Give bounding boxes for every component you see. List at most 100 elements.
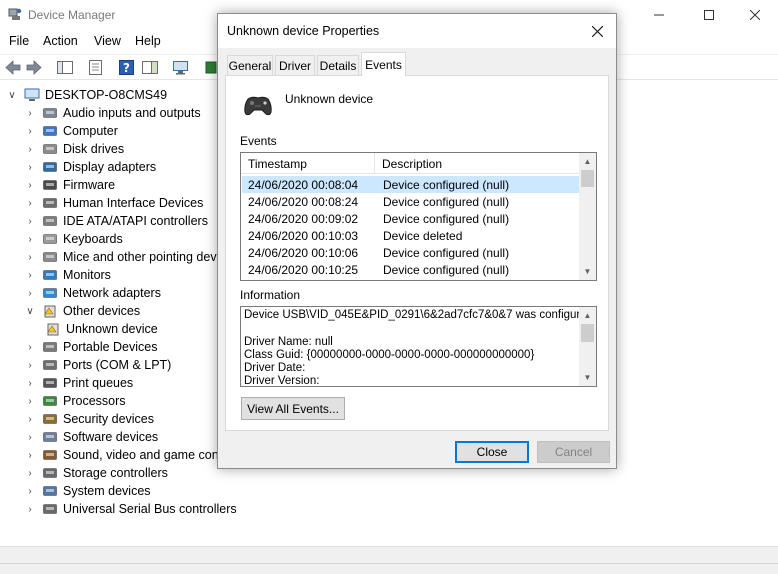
tab-details[interactable]: Details bbox=[317, 55, 359, 75]
events-list[interactable]: Timestamp Description 24/06/2020 00:08:0… bbox=[240, 152, 597, 281]
scroll-thumb[interactable] bbox=[581, 170, 594, 187]
information-textbox[interactable]: Device USB\VID_045E&PID_0291\6&2ad7cfc7&… bbox=[240, 306, 597, 387]
cancel-button[interactable]: Cancel bbox=[537, 441, 610, 463]
tree-item-portable-devices[interactable]: › Portable Devices bbox=[24, 338, 157, 356]
expand-chevron-icon[interactable]: › bbox=[24, 161, 36, 173]
tree-item-sound-video-and-game-contr[interactable]: › Sound, video and game contr bbox=[24, 446, 226, 464]
dialog-titlebar[interactable]: Unknown device Properties bbox=[218, 14, 616, 48]
expand-chevron-icon[interactable]: › bbox=[24, 341, 36, 353]
show-hide-tree-icon[interactable] bbox=[56, 59, 74, 76]
tree-item-storage-controllers[interactable]: › Storage controllers bbox=[24, 464, 168, 482]
event-row[interactable]: 24/06/2020 00:10:03 Device deleted bbox=[242, 227, 579, 244]
event-row[interactable]: 24/06/2020 00:08:04 Device configured (nu… bbox=[242, 176, 579, 193]
expand-chevron-icon[interactable]: › bbox=[24, 485, 36, 497]
scroll-down-arrow-icon[interactable]: ▼ bbox=[579, 369, 596, 386]
menu-view[interactable]: View bbox=[94, 34, 121, 48]
properties-icon[interactable] bbox=[87, 59, 105, 76]
tree-root-computer[interactable]: ∨ DESKTOP-O8CMS49 bbox=[6, 86, 167, 104]
maximize-button[interactable] bbox=[686, 0, 732, 30]
dialog-close-x-button[interactable] bbox=[580, 18, 614, 44]
tree-item-processors[interactable]: › Processors bbox=[24, 392, 125, 410]
scroll-up-arrow-icon[interactable]: ▲ bbox=[579, 153, 596, 170]
tab-general[interactable]: General bbox=[227, 55, 273, 75]
monitors-icon bbox=[43, 270, 57, 280]
window-close-button[interactable] bbox=[732, 0, 778, 30]
close-button[interactable]: Close bbox=[455, 441, 529, 463]
expand-chevron-icon[interactable]: › bbox=[24, 179, 36, 191]
view-all-events-button[interactable]: View All Events... bbox=[241, 397, 345, 420]
firmware-icon bbox=[43, 180, 57, 190]
expand-chevron-icon[interactable]: › bbox=[24, 377, 36, 389]
menu-file[interactable]: File bbox=[9, 34, 29, 48]
tree-item-system-devices[interactable]: › System devices bbox=[24, 482, 150, 500]
tree-item-disk-drives[interactable]: › Disk drives bbox=[24, 140, 124, 158]
scroll-up-arrow-icon[interactable]: ▲ bbox=[579, 307, 596, 324]
tree-item-label: Security devices bbox=[63, 412, 155, 426]
tree-item-print-queues[interactable]: › Print queues bbox=[24, 374, 133, 392]
tab-events[interactable]: Events bbox=[361, 52, 406, 76]
tree-item-mice-and-other-pointing-devic[interactable]: › Mice and other pointing devic bbox=[24, 248, 225, 266]
event-timestamp: 24/06/2020 00:10:03 bbox=[248, 228, 359, 243]
tab-driver[interactable]: Driver bbox=[275, 55, 315, 75]
expand-chevron-icon[interactable]: › bbox=[24, 503, 36, 515]
event-row[interactable]: 24/06/2020 00:09:02 Device configured (nu… bbox=[242, 210, 579, 227]
expand-chevron-icon[interactable]: › bbox=[24, 287, 36, 299]
event-row[interactable]: 24/06/2020 00:10:06 Device configured (nu… bbox=[242, 244, 579, 261]
help-icon[interactable]: ? bbox=[118, 59, 136, 76]
event-description: Device configured (null) bbox=[383, 245, 510, 260]
tree-item-unknown-device[interactable]: Unknown device bbox=[26, 320, 158, 338]
expand-chevron-icon[interactable]: › bbox=[24, 251, 36, 263]
tree-item-security-devices[interactable]: › Security devices bbox=[24, 410, 154, 428]
back-arrow-icon[interactable] bbox=[4, 59, 22, 76]
menu-help[interactable]: Help bbox=[135, 34, 161, 48]
collapse-chevron-icon[interactable]: ∨ bbox=[24, 305, 36, 317]
tree-item-display-adapters[interactable]: › Display adapters bbox=[24, 158, 156, 176]
action-pane-icon[interactable] bbox=[141, 59, 159, 76]
display-adapters-icon bbox=[43, 162, 57, 172]
column-header-description[interactable]: Description bbox=[375, 153, 579, 174]
tree-item-label: Computer bbox=[63, 124, 118, 138]
horizontal-scrollbar[interactable] bbox=[0, 546, 778, 563]
event-row[interactable]: 24/06/2020 00:08:24 Device configured (nu… bbox=[242, 193, 579, 210]
expand-chevron-icon[interactable]: › bbox=[24, 359, 36, 371]
scroll-thumb[interactable] bbox=[581, 324, 594, 342]
minimize-button[interactable] bbox=[636, 0, 682, 30]
properties-dialog: Unknown device Properties General Driver… bbox=[217, 13, 617, 469]
expand-chevron-icon[interactable]: › bbox=[24, 431, 36, 443]
tree-item-network-adapters[interactable]: › Network adapters bbox=[24, 284, 161, 302]
tree-item-universal-serial-bus-controllers[interactable]: › Universal Serial Bus controllers bbox=[24, 500, 236, 518]
menu-action[interactable]: Action bbox=[43, 34, 78, 48]
expand-chevron-icon[interactable]: › bbox=[24, 395, 36, 407]
expand-chevron-icon[interactable]: › bbox=[24, 269, 36, 281]
tree-item-firmware[interactable]: › Firmware bbox=[24, 176, 115, 194]
tree-item-monitors[interactable]: › Monitors bbox=[24, 266, 111, 284]
expand-chevron-icon[interactable]: › bbox=[24, 413, 36, 425]
tree-item-computer[interactable]: › Computer bbox=[24, 122, 118, 140]
tree-item-keyboards[interactable]: › Keyboards bbox=[24, 230, 122, 248]
expand-chevron-icon[interactable]: › bbox=[24, 197, 36, 209]
forward-arrow-icon[interactable] bbox=[25, 59, 43, 76]
tree-item-human-interface-devices[interactable]: › Human Interface Devices bbox=[24, 194, 203, 212]
expand-chevron-icon[interactable]: › bbox=[24, 467, 36, 479]
expand-chevron-icon[interactable]: › bbox=[24, 125, 36, 137]
expand-chevron-icon[interactable]: › bbox=[24, 107, 36, 119]
event-description: Device configured (null) bbox=[383, 194, 510, 209]
expand-chevron-icon[interactable]: › bbox=[24, 233, 36, 245]
tree-item-label: Ports (COM & LPT) bbox=[63, 358, 172, 372]
event-row[interactable]: 24/06/2020 00:10:25 Device configured (nu… bbox=[242, 261, 579, 278]
column-header-timestamp[interactable]: Timestamp bbox=[241, 153, 375, 174]
tree-item-audio-inputs-and-outputs[interactable]: › Audio inputs and outputs bbox=[24, 104, 200, 122]
tree-item-other-devices[interactable]: ∨ Other devices bbox=[24, 302, 140, 320]
information-scrollbar[interactable]: ▲ ▼ bbox=[579, 307, 596, 386]
status-bar bbox=[0, 563, 778, 574]
scan-hardware-icon[interactable] bbox=[172, 59, 190, 76]
expand-chevron-icon[interactable]: › bbox=[24, 143, 36, 155]
expand-chevron-icon[interactable]: › bbox=[24, 449, 36, 461]
events-scrollbar[interactable]: ▲ ▼ bbox=[579, 153, 596, 280]
tree-item-ide-ata-atapi-controllers[interactable]: › IDE ATA/ATAPI controllers bbox=[24, 212, 208, 230]
expand-chevron-icon[interactable]: › bbox=[24, 215, 36, 227]
tree-item-ports-com-lpt[interactable]: › Ports (COM & LPT) bbox=[24, 356, 171, 374]
tree-item-software-devices[interactable]: › Software devices bbox=[24, 428, 158, 446]
scroll-down-arrow-icon[interactable]: ▼ bbox=[579, 263, 596, 280]
collapse-chevron-icon[interactable]: ∨ bbox=[6, 89, 18, 101]
